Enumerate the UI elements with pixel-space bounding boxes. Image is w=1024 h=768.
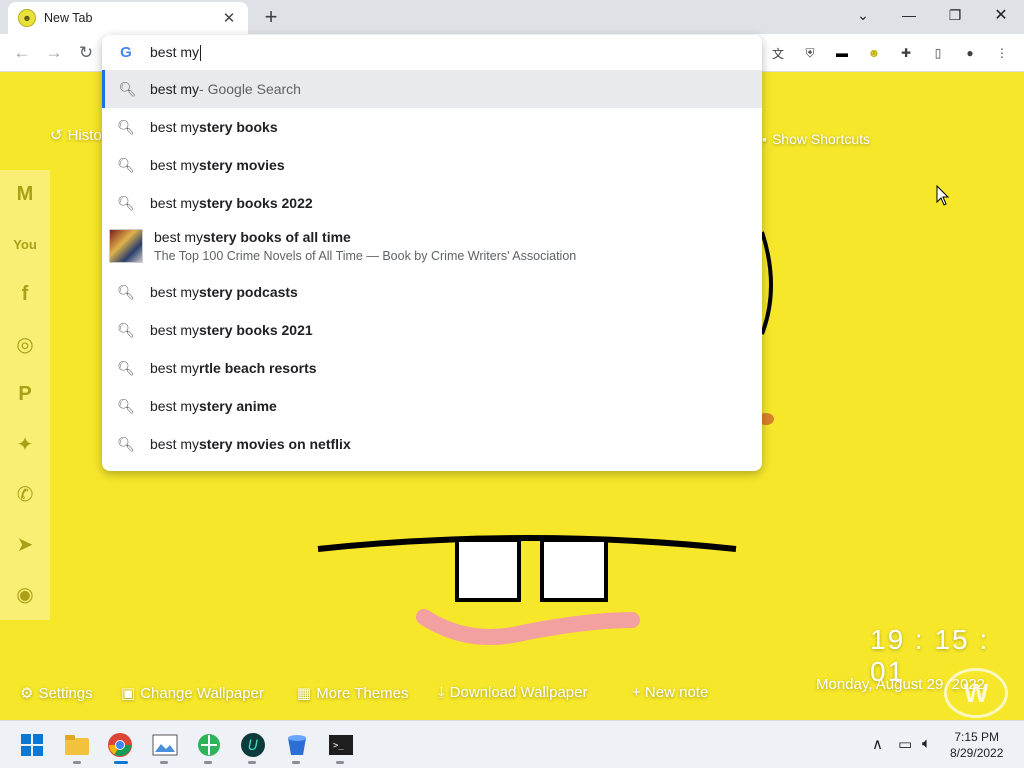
suggestion-item[interactable]: 🔍︎ best my stery podcasts <box>102 273 762 311</box>
download-wallpaper-link[interactable]: ⤓ Download Wallpaper <box>438 684 588 701</box>
start-button[interactable] <box>18 731 46 759</box>
gear-icon: ⚙ <box>20 685 34 702</box>
youtube-icon[interactable]: You <box>6 225 44 263</box>
change-wallpaper-link[interactable]: ▣ Change Wallpaper <box>121 684 264 703</box>
tab-new-tab[interactable]: ☻ New Tab ✕ <box>8 2 248 34</box>
history-icon: ↺ <box>50 127 63 144</box>
system-clock[interactable]: 7:15 PM 8/29/2022 <box>950 729 1003 761</box>
grid-icon: ▪ <box>762 131 767 147</box>
side-panel-icon[interactable]: ▯ <box>928 43 948 63</box>
running-indicator <box>248 761 256 764</box>
close-window-button[interactable]: ✕ <box>978 0 1024 30</box>
restore-button[interactable]: ❐ <box>932 0 978 30</box>
suggestion-item[interactable]: 🔍︎ best my stery movies on netflix <box>102 425 762 463</box>
svg-text:U: U <box>248 738 258 754</box>
whatsapp-icon[interactable]: ✆ <box>6 475 44 513</box>
reddit-icon[interactable]: ◉ <box>6 575 44 613</box>
ublock-extension-icon[interactable]: ⛨ <box>800 43 820 63</box>
volume-icon[interactable]: 🔈︎ <box>922 735 931 752</box>
tab-strip: ☻ New Tab ✕ + ⌄ — ❐ ✕ <box>0 0 1024 34</box>
tab-search-icon[interactable]: ⌄ <box>840 0 886 30</box>
show-shortcuts-link[interactable]: ▪ Show Shortcuts <box>762 131 870 147</box>
back-button[interactable]: ← <box>9 40 35 66</box>
search-icon: 🔍︎ <box>117 359 135 376</box>
running-indicator <box>204 761 212 764</box>
omnibox-input-row[interactable]: G best my <box>102 35 762 70</box>
suggestion-item[interactable]: 🔍︎ best my stery books <box>102 108 762 146</box>
grid-icon: ▦ <box>297 685 312 702</box>
telegram-icon[interactable]: ➤ <box>6 525 44 563</box>
watermark-logo: W <box>944 668 1008 718</box>
search-icon: 🔍︎ <box>117 194 135 211</box>
active-indicator <box>114 761 128 764</box>
profile-avatar-icon[interactable]: ● <box>960 43 980 63</box>
chrome-icon[interactable] <box>106 731 134 759</box>
spongebob-favicon-icon: ☻ <box>18 9 36 27</box>
network-icon[interactable]: ▭ <box>898 735 912 753</box>
gmail-icon[interactable]: M <box>6 175 44 213</box>
close-tab-icon[interactable]: ✕ <box>220 9 238 27</box>
reload-button[interactable]: ↻ <box>73 40 99 66</box>
suggestion-item[interactable]: 🔍︎ best my stery movies <box>102 146 762 184</box>
suggestion-item[interactable]: 🔍︎ best my stery books 2021 <box>102 311 762 349</box>
book-thumbnail <box>109 229 143 263</box>
omnibox-dropdown: G best my 🔍︎ best my - Google Search 🔍︎ … <box>102 35 762 471</box>
twitter-icon[interactable]: ✦ <box>6 425 44 463</box>
windows-logo-icon <box>21 734 43 756</box>
chevron-up-icon[interactable]: ∧ <box>872 735 883 753</box>
u-app-icon[interactable]: U <box>239 731 267 759</box>
mouse-cursor-icon <box>936 185 950 206</box>
pinterest-icon[interactable]: P <box>6 375 44 413</box>
puzzle-extensions-icon[interactable]: ✚ <box>896 43 916 63</box>
settings-link[interactable]: ⚙ Settings <box>20 684 93 703</box>
more-themes-link[interactable]: ▦ More Themes <box>297 684 408 703</box>
file-explorer-icon[interactable] <box>63 731 91 759</box>
windows-taskbar: U >_ ∧ ▭ 🔈︎ 7:15 PM 8/29/2022 <box>0 720 1024 768</box>
instagram-icon[interactable]: ◎ <box>6 325 44 363</box>
history-link[interactable]: ↺ Histo <box>50 126 102 145</box>
suggestion-item-rich[interactable]: best mystery books of all time The Top 1… <box>102 222 762 270</box>
forward-button[interactable]: → <box>41 40 67 66</box>
svg-text:>_: >_ <box>333 741 344 751</box>
photos-app-icon[interactable] <box>151 731 179 759</box>
yellow-extension-icon[interactable]: ▬ <box>832 43 852 63</box>
search-icon: 🔍︎ <box>117 321 135 338</box>
globe-app-icon[interactable] <box>195 731 223 759</box>
spongebob-extension-icon[interactable]: ☻ <box>864 43 884 63</box>
translate-extension-icon[interactable]: 文 <box>768 43 788 63</box>
search-icon: 🔍︎ <box>117 397 135 414</box>
download-icon: ⤓ <box>438 684 445 701</box>
minimize-button[interactable]: — <box>886 0 932 30</box>
bucket-app-icon[interactable] <box>283 731 311 759</box>
menu-kebab-icon[interactable]: ⋮ <box>992 43 1012 63</box>
new-note-link[interactable]: + New note <box>632 684 708 701</box>
suggestion-item[interactable]: 🔍︎ best my rtle beach resorts <box>102 349 762 387</box>
suggestion-item[interactable]: 🔍︎ best my stery anime <box>102 387 762 425</box>
suggestion-google-search[interactable]: 🔍︎ best my - Google Search <box>102 70 762 108</box>
image-icon: ▣ <box>121 685 136 702</box>
running-indicator <box>160 761 168 764</box>
search-icon: 🔍︎ <box>118 80 137 97</box>
social-sidebar: M You f ◎ P ✦ ✆ ➤ ◉ <box>0 170 50 620</box>
search-icon: 🔍︎ <box>117 156 135 173</box>
search-icon: 🔍︎ <box>117 283 135 300</box>
search-icon: 🔍︎ <box>117 118 135 135</box>
running-indicator <box>73 761 81 764</box>
omnibox-input[interactable]: best my <box>150 44 202 62</box>
search-icon: 🔍︎ <box>117 435 135 452</box>
terminal-icon[interactable]: >_ <box>327 731 355 759</box>
facebook-icon[interactable]: f <box>6 275 44 313</box>
new-tab-button[interactable]: + <box>258 4 284 30</box>
running-indicator <box>292 761 300 764</box>
suggestion-item[interactable]: 🔍︎ best my stery books 2022 <box>102 184 762 222</box>
google-g-icon: G <box>120 44 132 61</box>
running-indicator <box>336 761 344 764</box>
